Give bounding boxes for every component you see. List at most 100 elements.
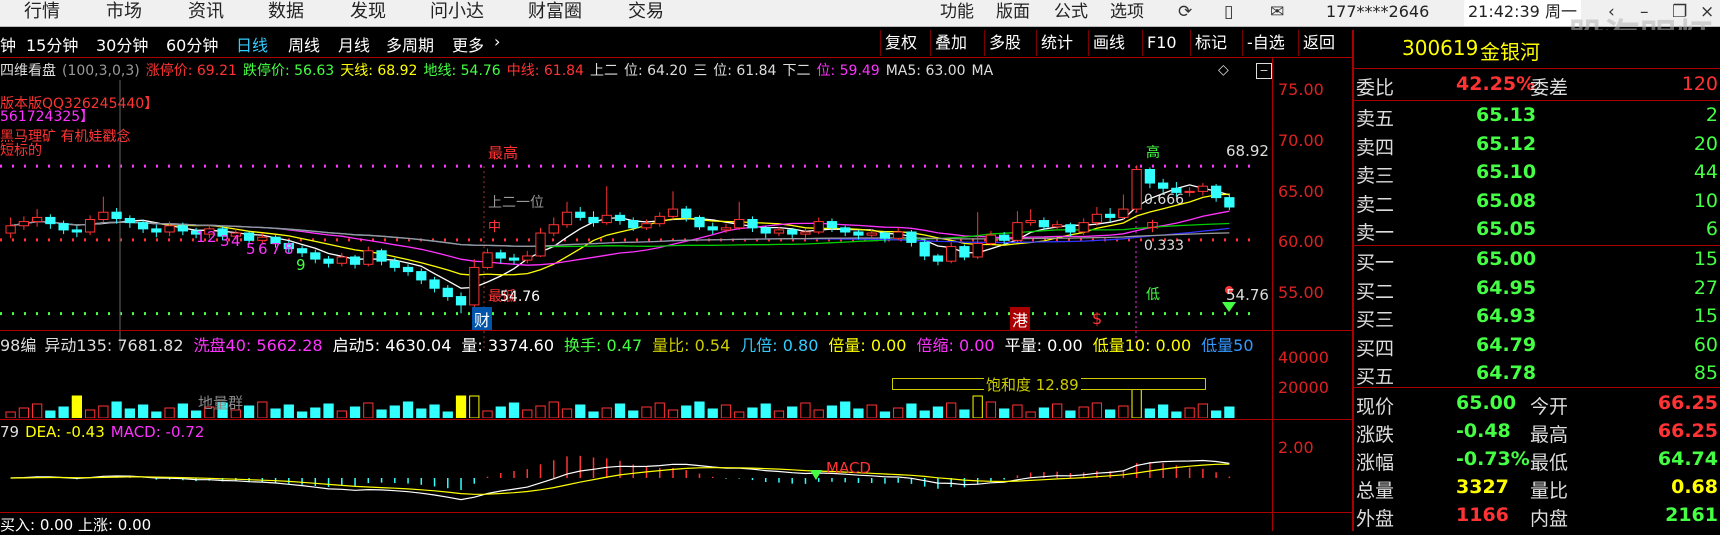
tool-huaxian[interactable]: 画线 bbox=[1088, 30, 1129, 56]
menu-shuju[interactable]: 数据 bbox=[268, 0, 304, 26]
indicator-item-6: 中线: 61.84 bbox=[506, 63, 584, 79]
volume-bar bbox=[482, 410, 493, 418]
account-label[interactable]: 177****2646 bbox=[1326, 0, 1429, 26]
candle-body bbox=[137, 222, 149, 230]
ma-line-10 bbox=[10, 193, 1230, 276]
bid-row[interactable]: 买三 64.93 15 bbox=[1354, 303, 1720, 331]
bid-volume: 27 bbox=[1693, 276, 1718, 299]
bid-row[interactable]: 买一 65.00 15 bbox=[1354, 246, 1720, 274]
period-30min[interactable]: 30分钟 bbox=[96, 32, 148, 56]
tool-fuquan[interactable]: 复权 bbox=[880, 30, 921, 56]
candle-body bbox=[787, 229, 798, 235]
vol-stat-11: 低量50 bbox=[1201, 336, 1254, 352]
volume-bar bbox=[310, 407, 321, 418]
ask-row[interactable]: 卖五 65.13 2 bbox=[1354, 102, 1720, 130]
candle-body bbox=[747, 219, 758, 229]
candle-body bbox=[1025, 220, 1036, 224]
ask-row[interactable]: 卖一 65.05 6 bbox=[1354, 216, 1720, 244]
indicator-item-2: 涨停价: 69.21 bbox=[145, 63, 237, 79]
ask-row[interactable]: 卖二 65.08 10 bbox=[1354, 188, 1720, 216]
volume-bar bbox=[389, 405, 400, 418]
saturation-label: 饱和度 12.89 bbox=[984, 374, 1081, 395]
candle-body bbox=[628, 220, 639, 229]
label-lo-line: 54.76 bbox=[1226, 286, 1269, 304]
quote-row: 涨跌 -0.48 最高 66.25 bbox=[1354, 418, 1720, 446]
menu-shichang[interactable]: 市场 bbox=[106, 0, 142, 26]
candle-body bbox=[508, 257, 520, 261]
volume-bar bbox=[760, 403, 771, 418]
candle bbox=[1118, 194, 1129, 220]
tool-tongji[interactable]: 统计 bbox=[1036, 30, 1077, 56]
quote-value: 1166 bbox=[1456, 504, 1509, 526]
period-month[interactable]: 月线 bbox=[338, 32, 370, 56]
bid-row[interactable]: 买四 64.79 60 bbox=[1354, 332, 1720, 360]
candle-body bbox=[694, 216, 705, 228]
chevron-right-icon[interactable]: › bbox=[494, 32, 500, 51]
candle-body bbox=[972, 242, 983, 258]
vol-stat-0: 98编_异动135: 7681.82 bbox=[0, 336, 184, 352]
candle bbox=[1131, 165, 1142, 213]
volume-stats-line: 98编_异动135: 7681.82 洗盘40: 5662.28 启动5: 4630… bbox=[0, 332, 1272, 352]
candle-body bbox=[18, 221, 30, 227]
refresh-icon[interactable]: ⟳ bbox=[1178, 2, 1192, 22]
tool-duogu[interactable]: 多股 bbox=[984, 30, 1025, 56]
period-15min[interactable]: 15分钟 bbox=[26, 32, 78, 56]
volume-bar bbox=[18, 407, 30, 418]
candle bbox=[151, 224, 162, 238]
menu-formula[interactable]: 公式 bbox=[1054, 0, 1088, 26]
candle-body bbox=[482, 252, 493, 268]
period-multi[interactable]: 多周期 bbox=[386, 32, 434, 56]
bid-row[interactable]: 买二 64.95 27 bbox=[1354, 275, 1720, 303]
candle-body bbox=[124, 217, 135, 224]
menu-function[interactable]: 功能 bbox=[940, 0, 974, 26]
menu-options[interactable]: 选项 bbox=[1110, 0, 1144, 26]
ask-row[interactable]: 卖三 65.10 44 bbox=[1354, 159, 1720, 187]
bid-row[interactable]: 买五 64.78 85 bbox=[1354, 360, 1720, 388]
candle bbox=[654, 212, 665, 227]
phone-icon[interactable]: ▯ bbox=[1224, 2, 1233, 22]
candle bbox=[906, 229, 917, 247]
label-low-value: 54.76 bbox=[500, 289, 541, 305]
candle-body bbox=[442, 287, 453, 298]
candle bbox=[376, 248, 387, 266]
volume-bar bbox=[71, 395, 82, 418]
mail-icon[interactable]: ✉ bbox=[1270, 2, 1284, 22]
quote-value-2: 64.74 bbox=[1657, 448, 1718, 470]
tool-biaoji[interactable]: 标记 bbox=[1190, 30, 1231, 56]
menu-hangqing[interactable]: 行情 bbox=[24, 0, 60, 26]
bid-label: 买四 bbox=[1356, 337, 1395, 360]
period-day[interactable]: 日线 bbox=[236, 32, 268, 56]
menu-zixun[interactable]: 资讯 bbox=[188, 0, 224, 26]
volume-bar bbox=[707, 408, 718, 418]
tool-diejia[interactable]: 叠加 bbox=[930, 30, 971, 56]
menu-layout[interactable]: 版面 bbox=[996, 0, 1030, 26]
menu-faxian[interactable]: 发现 bbox=[350, 0, 386, 26]
label-cai: 财 bbox=[472, 307, 493, 331]
vol-stat-6: 几倍: 0.80 bbox=[740, 336, 819, 352]
candle-body bbox=[336, 256, 347, 264]
tool-back[interactable]: 返回 bbox=[1298, 30, 1339, 56]
clock: 21:42:39 周一 bbox=[1464, 0, 1581, 26]
indicator-item-1: (100,3,0,3) bbox=[62, 63, 140, 79]
collapse-icon[interactable]: − bbox=[1256, 63, 1272, 79]
period-week[interactable]: 周线 bbox=[288, 32, 320, 56]
menu-jiaoyi[interactable]: 交易 bbox=[628, 0, 664, 26]
indicator-item-13: MA5: 63.00 bbox=[885, 63, 966, 79]
period-more[interactable]: 更多 bbox=[452, 32, 484, 56]
menu-caifuquan[interactable]: 财富圈 bbox=[528, 0, 582, 26]
ask-row[interactable]: 卖四 65.12 20 bbox=[1354, 131, 1720, 159]
candle bbox=[84, 215, 96, 236]
seq-2: 2 bbox=[207, 228, 217, 246]
period-min[interactable]: 钟 bbox=[0, 32, 16, 56]
tool-f10[interactable]: F10 bbox=[1142, 30, 1181, 56]
price-tick-60: 60.00 bbox=[1278, 232, 1324, 251]
volume-bar bbox=[402, 401, 414, 418]
indicator-item-5: 地线: 54.76 bbox=[423, 63, 501, 79]
tool-zixuan[interactable]: -自选 bbox=[1242, 30, 1289, 56]
period-60min[interactable]: 60分钟 bbox=[166, 32, 218, 56]
diamond-icon[interactable]: ◇ bbox=[1218, 62, 1229, 78]
quote-label: 涨跌 bbox=[1356, 424, 1395, 446]
menu-wenxiaoda[interactable]: 问小达 bbox=[430, 0, 484, 26]
candle-body bbox=[45, 216, 56, 225]
candle-body bbox=[1012, 222, 1023, 241]
